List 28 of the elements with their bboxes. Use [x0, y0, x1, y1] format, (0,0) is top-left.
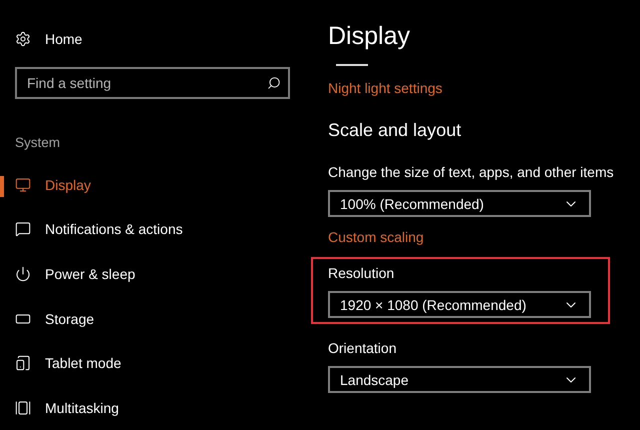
sidebar-item[interactable]: Power & sleep: [0, 252, 310, 296]
section-label: System: [15, 135, 62, 152]
windows-icon: [15, 400, 31, 416]
sidebar-item[interactable]: Notifications & actions: [0, 207, 310, 252]
selection-bar: [0, 176, 4, 197]
night-light-link[interactable]: Night light settings: [328, 80, 442, 96]
sidebar-item[interactable]: Multitasking: [0, 385, 310, 430]
speech-bubble-icon: [15, 221, 31, 238]
title-underline: [336, 64, 368, 66]
dropdown[interactable]: Landscape: [328, 366, 591, 393]
sidebar-item[interactable]: Display: [0, 162, 310, 208]
settings-icon: [15, 30, 31, 47]
power-icon: [15, 266, 31, 282]
page-title: Display: [328, 22, 411, 52]
tablet-icon: [15, 355, 31, 372]
monitor-icon: [15, 176, 31, 193]
section-title: Scale and layout: [328, 120, 462, 142]
search-field[interactable]: Find a setting: [15, 67, 290, 100]
setting-label: Change the size of text, apps, and other items: [328, 164, 614, 182]
setting-label: Resolution: [328, 265, 396, 283]
home-link[interactable]: Home: [0, 27, 310, 50]
search-icon: [267, 76, 281, 90]
setting-label: Orientation: [328, 340, 396, 358]
sidebar-item[interactable]: Storage: [0, 296, 310, 341]
dropdown[interactable]: 100% (Recommended): [328, 190, 591, 217]
sidebar-item[interactable]: Tablet mode: [0, 340, 310, 386]
dropdown[interactable]: 1920 × 1080 (Recommended): [328, 291, 591, 318]
custom-scaling-link[interactable]: Custom scaling: [328, 229, 424, 245]
